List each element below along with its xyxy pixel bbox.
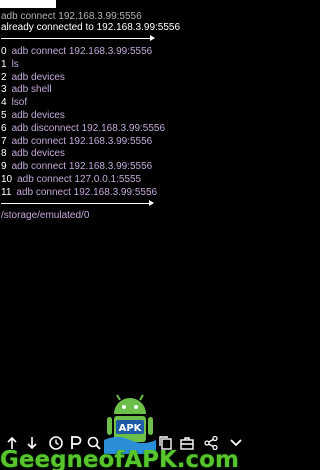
history-index: 3 [1, 84, 7, 96]
history-command: adb connect 192.168.3.99:5556 [11, 135, 153, 147]
history-item[interactable]: 1 ls [1, 59, 165, 72]
history-item[interactable]: 4 lsof [1, 97, 165, 110]
history-command: adb disconnect 192.168.3.99:5556 [11, 122, 166, 134]
history-command: adb connect 192.168.3.99:5556 [11, 161, 153, 173]
history-index: 11 [1, 186, 12, 198]
history-command: adb connect 192.168.3.99:5556 [16, 186, 158, 198]
history-item[interactable]: 7 adb connect 192.168.3.99:5556 [1, 136, 165, 149]
history-item[interactable]: 8 adb devices [1, 148, 165, 161]
history-index: 8 [1, 148, 7, 160]
history-item[interactable]: 10 adb connect 127.0.0.1:5555 [1, 174, 165, 187]
history-command: adb connect 192.168.3.99:5556 [11, 46, 153, 57]
history-index: 7 [1, 135, 7, 147]
history-item[interactable]: 5 adb devices [1, 110, 165, 123]
history-index: 4 [1, 97, 7, 109]
history-command: adb shell [11, 84, 52, 96]
history-item[interactable]: 11 adb connect 192.168.3.99:5556 [1, 187, 165, 200]
history-index: 0 [1, 46, 7, 57]
android-watermark-logo: APK [104, 392, 156, 454]
history-command: adb connect 127.0.0.1:5555 [17, 173, 142, 185]
history-command: adb devices [11, 109, 65, 121]
command-history-list: 0 adb connect 192.168.3.99:5556 1 ls 2 adb … [1, 46, 165, 200]
history-command: adb devices [11, 71, 65, 83]
command-output: already connected to 192.168.3.99:5556 [1, 22, 181, 33]
separator-arrow [1, 200, 154, 206]
history-index: 10 [1, 173, 13, 185]
history-index: 5 [1, 109, 7, 121]
history-command: ls [11, 58, 19, 70]
history-item[interactable]: 6 adb disconnect 192.168.3.99:5556 [1, 123, 165, 136]
history-index: 2 [1, 71, 7, 83]
history-command: adb devices [11, 148, 65, 160]
watermark-text: GeegneofAPK.com [0, 450, 239, 470]
history-index: 9 [1, 161, 7, 173]
history-item[interactable]: 2 adb devices [1, 72, 165, 85]
history-item[interactable]: 3 adb shell [1, 84, 165, 97]
history-index: 6 [1, 122, 7, 134]
current-directory: /storage/emulated/0 [1, 210, 90, 221]
watermark-badge-text: APK [119, 423, 143, 434]
history-item[interactable]: 0 adb connect 192.168.3.99:5556 [1, 46, 165, 59]
history-index: 1 [1, 58, 7, 70]
command-input-box[interactable] [0, 0, 56, 8]
history-command: lsof [11, 97, 28, 109]
history-item[interactable]: 9 adb connect 192.168.3.99:5556 [1, 161, 165, 174]
current-command: adb connect 192.168.3.99:5556 [1, 11, 142, 22]
separator-arrow [1, 35, 155, 41]
